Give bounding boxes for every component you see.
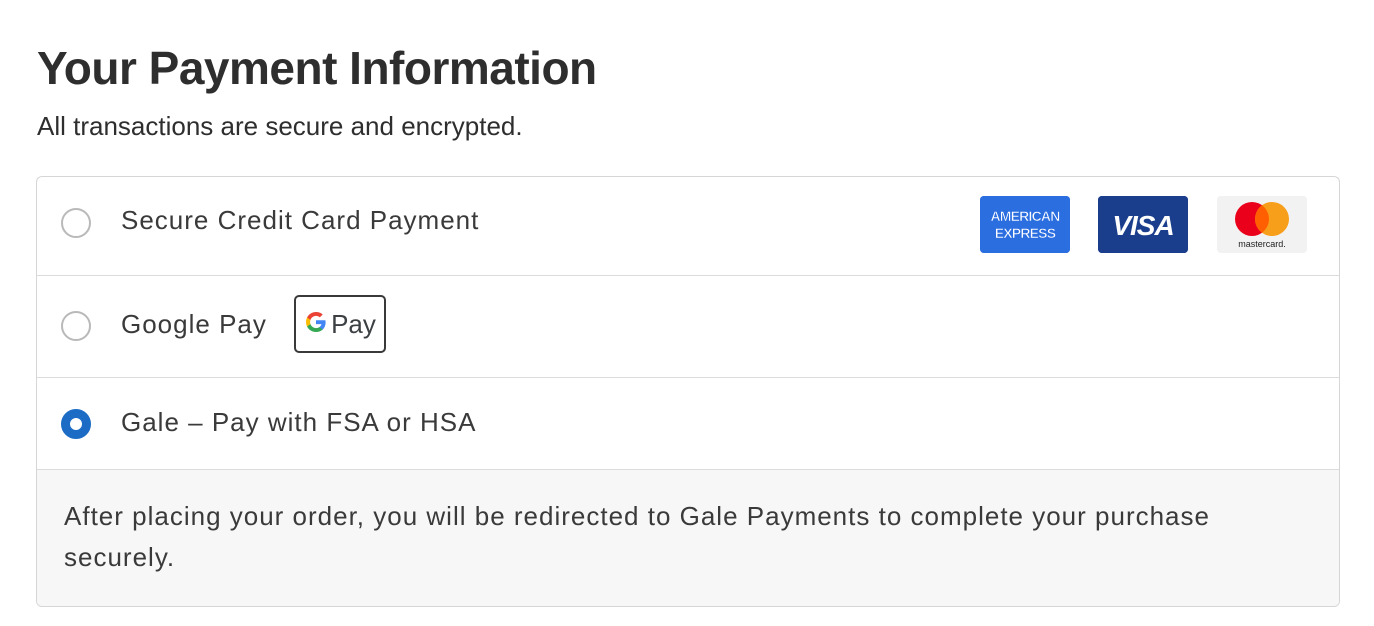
credit-card-radio[interactable] <box>61 208 91 238</box>
credit-card-label: Secure Credit Card Payment <box>121 205 480 235</box>
payment-page: Your Payment Information All transaction… <box>0 0 1374 626</box>
mastercard-logo: mastercard. <box>1217 196 1307 253</box>
page-title: Your Payment Information <box>37 42 597 94</box>
google-pay-button-text: Pay <box>331 308 376 339</box>
amex-text-top: AMERICAN <box>990 208 1060 224</box>
google-g-icon <box>304 310 328 339</box>
mastercard-text: mastercard. <box>1238 239 1286 249</box>
gale-label: Gale – Pay with FSA or HSA <box>121 407 477 437</box>
visa-logo: VISA <box>1098 196 1188 253</box>
gale-radio[interactable] <box>61 409 91 439</box>
amex-text-bottom: EXPRESS <box>995 225 1056 241</box>
option-google-pay[interactable]: Google Pay Pay <box>37 276 1339 378</box>
page-subtitle: All transactions are secure and encrypte… <box>37 111 523 141</box>
visa-text: VISA <box>1112 210 1173 241</box>
amex-logo: AMERICAN EXPRESS <box>980 196 1070 253</box>
gale-info-text: After placing your order, you will be re… <box>64 501 1210 572</box>
google-pay-label: Google Pay <box>121 309 267 339</box>
option-credit-card[interactable]: Secure Credit Card Payment AMERICAN EXPR… <box>37 177 1339 276</box>
payment-options-panel: Secure Credit Card Payment AMERICAN EXPR… <box>36 176 1340 607</box>
gale-info-box: After placing your order, you will be re… <box>37 470 1339 606</box>
google-pay-radio[interactable] <box>61 311 91 341</box>
option-gale[interactable]: Gale – Pay with FSA or HSA <box>37 378 1339 470</box>
google-pay-button[interactable]: Pay <box>294 295 386 353</box>
